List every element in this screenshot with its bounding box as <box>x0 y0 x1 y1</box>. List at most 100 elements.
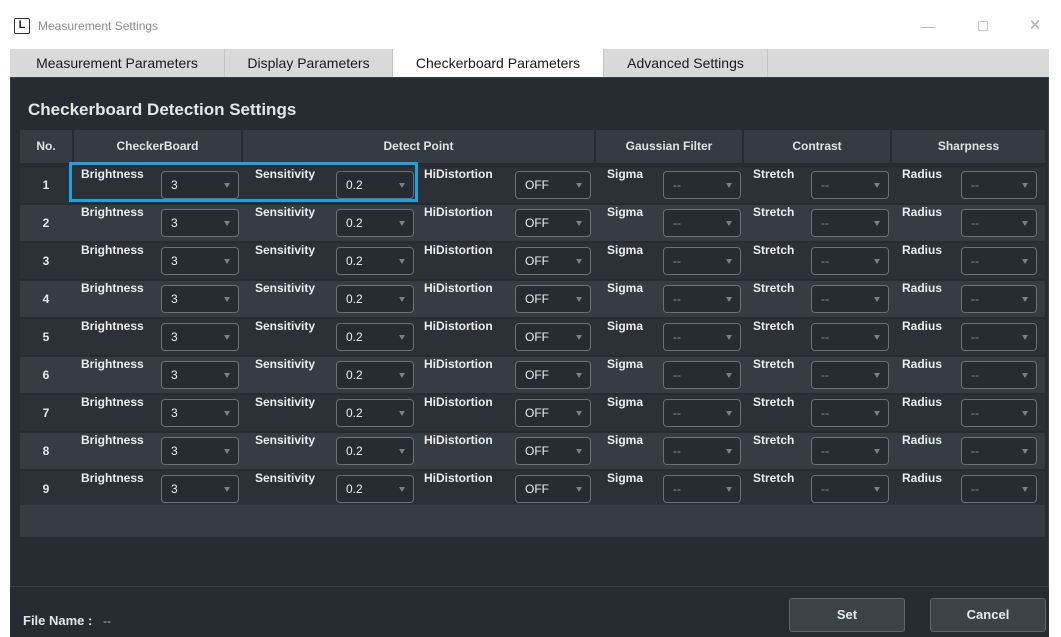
sigma-dropdown[interactable]: -- <box>663 285 741 313</box>
minimize-button[interactable]: — <box>913 14 943 38</box>
sensitivity-dropdown[interactable]: 0.2 <box>336 171 414 199</box>
dropdown-arrow-icon <box>399 373 405 378</box>
sensitivity-dropdown[interactable]: 0.2 <box>336 247 414 275</box>
brightness-dropdown[interactable]: 3 <box>161 285 239 313</box>
radius-label: Radius <box>902 433 943 447</box>
radius-dropdown[interactable]: -- <box>961 209 1037 237</box>
table-row: 1 Brightness 3 Sensitivity 0.2 HiDistortion OF… <box>20 167 1045 203</box>
radius-value: -- <box>971 368 979 382</box>
sensitivity-dropdown[interactable]: 0.2 <box>336 399 414 427</box>
radius-dropdown[interactable]: -- <box>961 475 1037 503</box>
stretch-dropdown[interactable]: -- <box>811 323 889 351</box>
stretch-value: -- <box>821 254 829 268</box>
header-sharpness: Sharpness <box>892 130 1045 163</box>
brightness-dropdown[interactable]: 3 <box>161 247 239 275</box>
radius-label: Radius <box>902 471 943 485</box>
sensitivity-dropdown[interactable]: 0.2 <box>336 209 414 237</box>
sigma-dropdown[interactable]: -- <box>663 171 741 199</box>
radius-label: Radius <box>902 281 943 295</box>
sensitivity-dropdown[interactable]: 0.2 <box>336 285 414 313</box>
sigma-label: Sigma <box>607 281 644 295</box>
stretch-dropdown[interactable]: -- <box>811 475 889 503</box>
dropdown-arrow-icon <box>874 487 880 492</box>
brightness-dropdown[interactable]: 3 <box>161 323 239 351</box>
tab-advanced-settings[interactable]: Advanced Settings <box>604 49 768 77</box>
sensitivity-label: Sensitivity <box>255 395 316 409</box>
sigma-label: Sigma <box>607 433 644 447</box>
brightness-dropdown[interactable]: 3 <box>161 399 239 427</box>
hidistortion-dropdown[interactable]: OFF <box>515 475 591 503</box>
hidistortion-dropdown[interactable]: OFF <box>515 209 591 237</box>
radius-value: -- <box>971 254 979 268</box>
radius-dropdown[interactable]: -- <box>961 171 1037 199</box>
brightness-dropdown[interactable]: 3 <box>161 475 239 503</box>
sigma-label: Sigma <box>607 395 644 409</box>
tab-checkerboard-parameters[interactable]: Checkerboard Parameters <box>393 49 604 77</box>
sigma-dropdown[interactable]: -- <box>663 323 741 351</box>
title-bar: L Measurement Settings — ✕ <box>0 0 1061 46</box>
dropdown-arrow-icon <box>1022 335 1028 340</box>
close-button[interactable]: ✕ <box>1020 14 1050 38</box>
stretch-label: Stretch <box>753 243 795 257</box>
radius-dropdown[interactable]: -- <box>961 437 1037 465</box>
cancel-button[interactable]: Cancel <box>930 598 1046 632</box>
dropdown-arrow-icon <box>399 183 405 188</box>
stretch-label: Stretch <box>753 167 795 181</box>
hidistortion-dropdown[interactable]: OFF <box>515 323 591 351</box>
sigma-dropdown[interactable]: -- <box>663 437 741 465</box>
brightness-dropdown[interactable]: 3 <box>161 437 239 465</box>
stretch-dropdown[interactable]: -- <box>811 285 889 313</box>
hidistortion-dropdown[interactable]: OFF <box>515 437 591 465</box>
hidistortion-dropdown[interactable]: OFF <box>515 247 591 275</box>
stretch-dropdown[interactable]: -- <box>811 399 889 427</box>
radius-dropdown[interactable]: -- <box>961 247 1037 275</box>
dropdown-arrow-icon <box>726 373 732 378</box>
sigma-dropdown[interactable]: -- <box>663 475 741 503</box>
hidistortion-label: HiDistortion <box>424 357 493 371</box>
tab-measurement-parameters[interactable]: Measurement Parameters <box>10 49 225 77</box>
brightness-label: Brightness <box>81 357 144 371</box>
sensitivity-dropdown[interactable]: 0.2 <box>336 361 414 389</box>
sigma-dropdown[interactable]: -- <box>663 399 741 427</box>
set-button[interactable]: Set <box>789 598 905 632</box>
sensitivity-label: Sensitivity <box>255 205 316 219</box>
sensitivity-dropdown[interactable]: 0.2 <box>336 323 414 351</box>
dropdown-arrow-icon <box>576 487 582 492</box>
sensitivity-value: 0.2 <box>346 330 363 344</box>
sigma-dropdown[interactable]: -- <box>663 209 741 237</box>
stretch-dropdown[interactable]: -- <box>811 171 889 199</box>
row-number: 7 <box>42 406 50 420</box>
radius-dropdown[interactable]: -- <box>961 361 1037 389</box>
stretch-dropdown[interactable]: -- <box>811 247 889 275</box>
tab-display-parameters[interactable]: Display Parameters <box>225 49 393 77</box>
radius-dropdown[interactable]: -- <box>961 399 1037 427</box>
hidistortion-value: OFF <box>525 254 549 268</box>
stretch-dropdown[interactable]: -- <box>811 437 889 465</box>
radius-dropdown[interactable]: -- <box>961 285 1037 313</box>
radius-value: -- <box>971 482 979 496</box>
stretch-dropdown[interactable]: -- <box>811 361 889 389</box>
hidistortion-dropdown[interactable]: OFF <box>515 399 591 427</box>
file-name-value: -- <box>103 614 111 628</box>
hidistortion-dropdown[interactable]: OFF <box>515 361 591 389</box>
stretch-dropdown[interactable]: -- <box>811 209 889 237</box>
sensitivity-dropdown[interactable]: 0.2 <box>336 475 414 503</box>
empty-row <box>20 505 1045 537</box>
sigma-dropdown[interactable]: -- <box>663 361 741 389</box>
brightness-dropdown[interactable]: 3 <box>161 209 239 237</box>
radius-label: Radius <box>902 319 943 333</box>
radius-dropdown[interactable]: -- <box>961 323 1037 351</box>
sigma-value: -- <box>673 406 681 420</box>
brightness-label: Brightness <box>81 395 144 409</box>
row-number: 2 <box>42 216 50 230</box>
sensitivity-dropdown[interactable]: 0.2 <box>336 437 414 465</box>
hidistortion-dropdown[interactable]: OFF <box>515 171 591 199</box>
brightness-dropdown[interactable]: 3 <box>161 361 239 389</box>
sigma-dropdown[interactable]: -- <box>663 247 741 275</box>
brightness-dropdown[interactable]: 3 <box>161 171 239 199</box>
hidistortion-dropdown[interactable]: OFF <box>515 285 591 313</box>
dropdown-arrow-icon <box>399 411 405 416</box>
stretch-label: Stretch <box>753 395 795 409</box>
app-logo-icon: L <box>14 18 30 34</box>
maximize-button[interactable] <box>968 14 998 38</box>
